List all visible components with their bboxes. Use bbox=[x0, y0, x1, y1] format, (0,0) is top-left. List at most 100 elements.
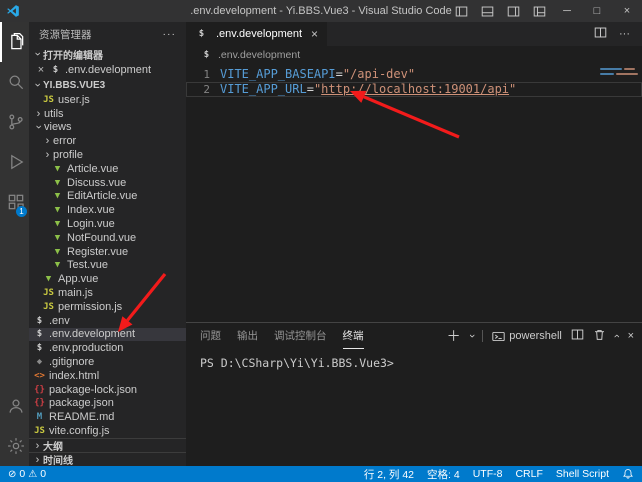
line-content: VITE_APP_BASEAPI="/api-dev" bbox=[220, 67, 415, 82]
accounts-icon[interactable] bbox=[0, 386, 29, 426]
js-file-icon: JS bbox=[42, 288, 55, 298]
problems-status[interactable]: ⊘ 0 ⚠ 0 bbox=[8, 468, 46, 480]
file-name: profile bbox=[53, 149, 83, 161]
tab-env-development[interactable]: $ .env.development × bbox=[186, 22, 327, 46]
tree-item-.env.production[interactable]: $.env.production bbox=[29, 341, 186, 355]
file-name: error bbox=[53, 135, 76, 147]
tree-item-README.md[interactable]: MREADME.md bbox=[29, 410, 186, 424]
minimap[interactable] bbox=[596, 64, 642, 322]
file-name: vite.config.js bbox=[49, 425, 110, 437]
timeline-section[interactable]: › 时间线 bbox=[29, 452, 186, 466]
tree-item-Register.vue[interactable]: ▼Register.vue bbox=[29, 245, 186, 259]
extensions-icon[interactable]: 1 bbox=[0, 182, 29, 222]
tree-item-.env[interactable]: $.env bbox=[29, 314, 186, 328]
tree-item-vite.config.js[interactable]: JSvite.config.js bbox=[29, 424, 186, 438]
panel-tab-debug-console[interactable]: 调试控制台 bbox=[274, 323, 327, 349]
vue-file-icon: ▼ bbox=[51, 233, 64, 243]
outline-label: 大纲 bbox=[43, 438, 63, 453]
vscode-window: .env.development - Yi.BBS.Vue3 - Visual … bbox=[0, 0, 642, 482]
tree-item-package.json[interactable]: {}package.json bbox=[29, 397, 186, 411]
settings-gear-icon[interactable] bbox=[0, 426, 29, 466]
open-editor-name: .env.development bbox=[65, 64, 151, 76]
vscode-logo-icon bbox=[0, 4, 26, 18]
minimize-button[interactable]: ─ bbox=[552, 0, 582, 22]
project-section[interactable]: › YI.BBS.VUE3 bbox=[29, 77, 186, 93]
tree-item-views[interactable]: ›views bbox=[29, 121, 186, 135]
tree-item-user.js[interactable]: JSuser.js bbox=[29, 93, 186, 107]
open-editor-item[interactable]: × $ .env.development bbox=[29, 62, 186, 77]
close-panel-icon[interactable]: × bbox=[628, 330, 634, 342]
maximize-button[interactable]: □ bbox=[582, 0, 612, 22]
vue-file-icon: ▼ bbox=[51, 164, 64, 174]
close-button[interactable]: × bbox=[612, 0, 642, 22]
search-icon[interactable] bbox=[0, 62, 29, 102]
more-actions-icon[interactable]: ··· bbox=[619, 28, 630, 40]
md-file-icon: M bbox=[33, 412, 46, 422]
project-label: YI.BBS.VUE3 bbox=[43, 80, 105, 91]
kill-terminal-icon[interactable] bbox=[593, 328, 606, 344]
run-debug-icon[interactable] bbox=[0, 142, 29, 182]
chevron-collapsed-icon: › bbox=[42, 135, 53, 147]
error-count: 0 bbox=[19, 468, 25, 480]
maximize-panel-icon[interactable]: › bbox=[611, 334, 623, 338]
close-tab-icon[interactable]: × bbox=[311, 27, 318, 41]
eol-status[interactable]: CRLF bbox=[515, 468, 542, 480]
encoding-status[interactable]: UTF-8 bbox=[473, 468, 503, 480]
json-file-icon: {} bbox=[33, 385, 46, 395]
open-editors-section[interactable]: › 打开的编辑器 bbox=[29, 46, 186, 62]
indentation-status[interactable]: 空格: 4 bbox=[427, 467, 460, 482]
new-terminal-icon[interactable]: ＋ bbox=[447, 326, 461, 346]
tree-item-EditArticle.vue[interactable]: ▼EditArticle.vue bbox=[29, 190, 186, 204]
tree-item-Index.vue[interactable]: ▼Index.vue bbox=[29, 203, 186, 217]
source-control-icon[interactable] bbox=[0, 102, 29, 142]
tree-item-package-lock.json[interactable]: {}package-lock.json bbox=[29, 383, 186, 397]
chevron-down-icon[interactable]: › bbox=[465, 334, 477, 338]
outline-section[interactable]: › 大纲 bbox=[29, 438, 186, 452]
tree-item-App.vue[interactable]: ▼App.vue bbox=[29, 272, 186, 286]
tree-item-Discuss.vue[interactable]: ▼Discuss.vue bbox=[29, 176, 186, 190]
tree-item-Article.vue[interactable]: ▼Article.vue bbox=[29, 162, 186, 176]
tree-item-.env.development[interactable]: $.env.development bbox=[29, 328, 186, 342]
panel-tab-terminal[interactable]: 终端 bbox=[343, 323, 364, 349]
split-editor-icon[interactable] bbox=[594, 26, 607, 42]
terminal-instance-powershell[interactable]: powershell bbox=[492, 330, 562, 343]
tree-item-main.js[interactable]: JSmain.js bbox=[29, 286, 186, 300]
close-icon[interactable]: × bbox=[35, 64, 47, 76]
tree-item-.gitignore[interactable]: ◆.gitignore bbox=[29, 355, 186, 369]
tree-item-Test.vue[interactable]: ▼Test.vue bbox=[29, 259, 186, 273]
editor-group: $ .env.development × ··· $ .env.developm… bbox=[186, 22, 642, 466]
breadcrumb[interactable]: $ .env.development bbox=[186, 46, 642, 64]
panel-tab-output[interactable]: 输出 bbox=[237, 323, 258, 349]
breadcrumb-item: .env.development bbox=[218, 49, 300, 61]
tree-item-permission.js[interactable]: JSpermission.js bbox=[29, 300, 186, 314]
notifications-bell-icon[interactable] bbox=[622, 468, 634, 480]
toggle-panel-icon[interactable] bbox=[474, 0, 500, 22]
status-bar: ⊘ 0 ⚠ 0 行 2, 列 42 空格: 4 UTF-8 CRLF Shell… bbox=[0, 466, 642, 482]
tree-item-index.html[interactable]: <>index.html bbox=[29, 369, 186, 383]
file-name: .gitignore bbox=[49, 356, 94, 368]
code-line-2[interactable]: 2VITE_APP_URL="http://localhost:19001/ap… bbox=[186, 82, 642, 97]
panel-tab-problems[interactable]: 问题 bbox=[200, 323, 221, 349]
explorer-icon[interactable] bbox=[0, 22, 29, 62]
cursor-position[interactable]: 行 2, 列 42 bbox=[364, 467, 414, 482]
tree-item-Login.vue[interactable]: ▼Login.vue bbox=[29, 217, 186, 231]
tab-label: .env.development bbox=[216, 28, 302, 40]
terminal[interactable]: PS D:\CSharp\Yi\Yi.BBS.Vue3> bbox=[186, 349, 642, 466]
tree-item-profile[interactable]: ›profile bbox=[29, 148, 186, 162]
tree-item-error[interactable]: ›error bbox=[29, 134, 186, 148]
language-mode[interactable]: Shell Script bbox=[556, 468, 609, 480]
file-name: package-lock.json bbox=[49, 384, 137, 396]
js-file-icon: JS bbox=[33, 426, 46, 436]
toggle-secondary-sidebar-icon[interactable] bbox=[500, 0, 526, 22]
split-terminal-icon[interactable] bbox=[571, 328, 584, 344]
file-name: .env bbox=[49, 315, 70, 327]
tree-item-NotFound.vue[interactable]: ▼NotFound.vue bbox=[29, 231, 186, 245]
editor-tab-bar: $ .env.development × ··· bbox=[186, 22, 642, 46]
tree-item-utils[interactable]: ›utils bbox=[29, 107, 186, 121]
toggle-primary-sidebar-icon[interactable] bbox=[448, 0, 474, 22]
more-actions-icon[interactable]: ··· bbox=[163, 28, 177, 40]
code-editor[interactable]: 1VITE_APP_BASEAPI="/api-dev"2VITE_APP_UR… bbox=[186, 64, 642, 322]
code-line-1[interactable]: 1VITE_APP_BASEAPI="/api-dev" bbox=[186, 67, 642, 82]
customize-layout-icon[interactable] bbox=[526, 0, 552, 22]
code-token: VITE_APP_URL bbox=[220, 82, 307, 96]
